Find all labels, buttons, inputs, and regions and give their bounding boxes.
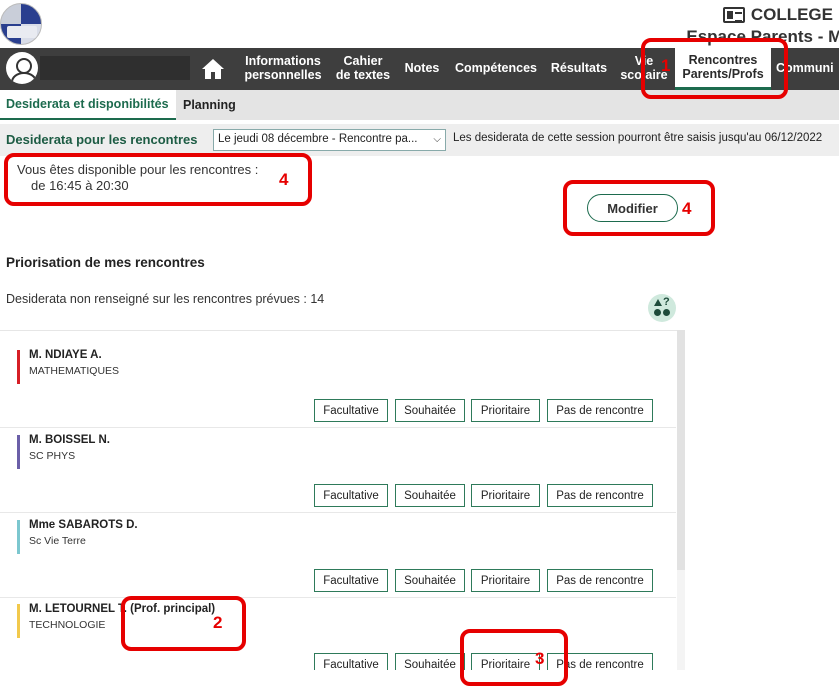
nav-competences[interactable]: Compétences: [450, 48, 542, 90]
tab-desiderata[interactable]: Desiderata et disponibilités: [0, 90, 176, 120]
nav-communication[interactable]: Communi: [776, 48, 839, 90]
teacher-name: M. NDIAYE A.: [29, 349, 102, 361]
espace-label: Espace Parents - M.: [686, 27, 839, 46]
teacher-name: Mme SABAROTS D.: [29, 519, 138, 531]
sub-tabs: Desiderata et disponibilités Planning: [0, 90, 839, 120]
souhaitee-button[interactable]: Souhaitée: [395, 484, 465, 507]
nav-rencontres-parents-profs[interactable]: Rencontres Parents/Profs: [675, 48, 771, 90]
annotation-number-2: 2: [213, 613, 223, 632]
id-card-icon: [722, 7, 745, 23]
souhaitee-button[interactable]: Souhaitée: [395, 399, 465, 422]
facultative-button[interactable]: Facultative: [314, 484, 388, 507]
nav-informations-personnelles[interactable]: Informations personnelles: [238, 48, 328, 90]
prioritaire-button[interactable]: Prioritaire: [471, 569, 540, 592]
session-selected-value: Le jeudi 08 décembre - Rencontre pa...: [218, 133, 418, 145]
school-name: COLLEGE: [750, 5, 833, 24]
nav-cahier-de-textes[interactable]: Cahier de textes: [330, 48, 396, 90]
teacher-name: M. BOISSEL N.: [29, 434, 110, 446]
facultative-button[interactable]: Facultative: [314, 399, 388, 422]
user-name-box[interactable]: [40, 56, 190, 80]
pas-de-rencontre-button[interactable]: Pas de rencontre: [547, 569, 653, 592]
availability-text: Vous êtes disponible pour les rencontres…: [17, 162, 259, 177]
teacher-subject: SC PHYS: [29, 450, 76, 462]
nav-notes[interactable]: Notes: [400, 48, 444, 90]
list-item: Mme SABAROTS D. Sc Vie Terre Facultative…: [0, 513, 676, 598]
teacher-name: M. LETOURNEL T. (Prof. principal): [29, 603, 216, 615]
souhaitee-button[interactable]: Souhaitée: [395, 653, 465, 670]
shapes-help-icon[interactable]: ?: [648, 294, 676, 322]
annotation-number-4a: 4: [279, 170, 289, 189]
annotation-number-1: 1: [661, 56, 671, 75]
annotation-number-4b: 4: [682, 199, 692, 218]
list-item: M. BOISSEL N. SC PHYS Facultative Souhai…: [0, 428, 676, 513]
teacher-subject: Sc Vie Terre: [29, 535, 86, 547]
subject-color-bar: [17, 604, 20, 638]
pas-de-rencontre-button[interactable]: Pas de rencontre: [547, 653, 653, 670]
nav-resultats[interactable]: Résultats: [546, 48, 612, 90]
prioritaire-button[interactable]: Prioritaire: [471, 399, 540, 422]
session-select[interactable]: Le jeudi 08 décembre - Rencontre pa... ⌵: [213, 129, 446, 151]
facultative-button[interactable]: Facultative: [314, 653, 388, 670]
home-icon[interactable]: [200, 56, 226, 82]
tab-planning[interactable]: Planning: [177, 90, 247, 120]
subject-color-bar: [17, 520, 20, 554]
scrollbar-thumb[interactable]: [677, 330, 685, 570]
main-navbar: Informations personnelles Cahier de text…: [0, 48, 839, 90]
school-logo: [0, 3, 42, 45]
souhaitee-button[interactable]: Souhaitée: [395, 569, 465, 592]
availability-hours: de 16:45 à 20:30: [31, 178, 129, 193]
subject-color-bar: [17, 435, 20, 469]
pas-de-rencontre-button[interactable]: Pas de rencontre: [547, 399, 653, 422]
session-deadline-info: Les desiderata de cette session pourront…: [453, 132, 823, 144]
school-title: COLLEGE: [722, 5, 833, 25]
teacher-subject: MATHEMATIQUES: [29, 365, 120, 377]
prioritaire-button[interactable]: Prioritaire: [471, 653, 540, 670]
teacher-subject: TECHNOLOGIE: [29, 619, 106, 631]
chevron-down-icon: ⌵: [433, 134, 441, 145]
list-item: M. LETOURNEL T. (Prof. principal) TECHNO…: [0, 597, 676, 670]
top-header: COLLEGE Espace Parents - M.: [0, 0, 839, 48]
user-avatar-icon[interactable]: [6, 52, 38, 84]
list-item: M. NDIAYE A. MATHEMATIQUES Facultative S…: [0, 343, 676, 428]
non-renseigne-count: Desiderata non renseigné sur les rencont…: [6, 292, 325, 306]
priorisation-title: Priorisation de mes rencontres: [6, 255, 205, 270]
teacher-list: M. NDIAYE A. MATHEMATIQUES Facultative S…: [0, 330, 685, 670]
session-label: Desiderata pour les rencontres: [6, 132, 198, 147]
subject-color-bar: [17, 350, 20, 384]
prioritaire-button[interactable]: Prioritaire: [471, 484, 540, 507]
pas-de-rencontre-button[interactable]: Pas de rencontre: [547, 484, 653, 507]
session-bar: Desiderata pour les rencontres Le jeudi …: [0, 124, 839, 156]
modify-button[interactable]: Modifier: [587, 194, 678, 222]
list-scrollbar[interactable]: [677, 330, 685, 670]
annotation-number-3: 3: [535, 649, 545, 668]
facultative-button[interactable]: Facultative: [314, 569, 388, 592]
